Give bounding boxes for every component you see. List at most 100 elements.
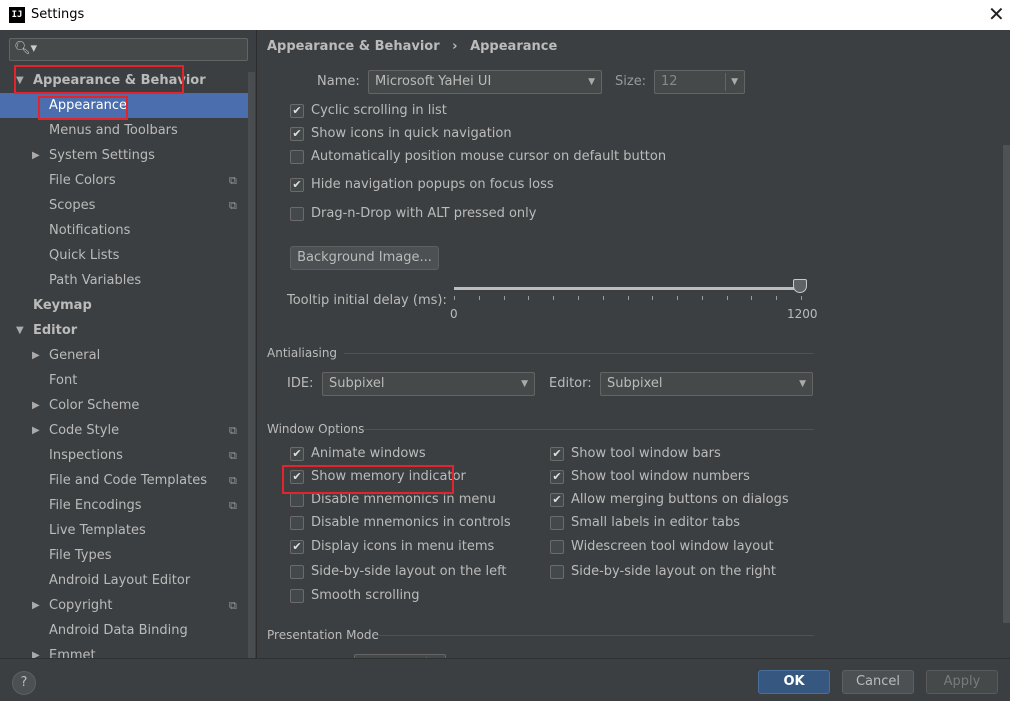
- checkbox-disable-mnemonics-in-menu[interactable]: Disable mnemonics in menu: [290, 491, 590, 509]
- chevron-right-icon[interactable]: ▶: [32, 143, 40, 168]
- checkbox-smooth-scrolling[interactable]: Smooth scrolling: [290, 587, 590, 605]
- checkbox-unchecked-icon[interactable]: [290, 516, 304, 530]
- sidebar-scrollbar[interactable]: [248, 72, 255, 658]
- slider-tick: [702, 296, 703, 300]
- checkbox-unchecked-icon[interactable]: [290, 207, 304, 221]
- ok-button[interactable]: OK: [758, 670, 830, 694]
- checkbox-allow-merging-buttons-on-dialogs[interactable]: ✔ Allow merging buttons on dialogs: [550, 491, 850, 509]
- checkbox-show-tool-window-bars[interactable]: ✔ Show tool window bars: [550, 445, 850, 463]
- checkbox-checked-icon[interactable]: ✔: [290, 104, 304, 118]
- sidebar-item-appearance[interactable]: Appearance: [0, 93, 248, 118]
- sidebar-item-menus-and-toolbars[interactable]: Menus and Toolbars: [0, 118, 248, 143]
- checkbox-display-icons-in-menu-items[interactable]: ✔ Display icons in menu items: [290, 538, 590, 556]
- checkbox-label: Show tool window bars: [571, 446, 721, 461]
- checkbox-show-tool-window-numbers[interactable]: ✔ Show tool window numbers: [550, 468, 850, 486]
- checkbox-small-labels-in-editor-tabs[interactable]: Small labels in editor tabs: [550, 514, 850, 532]
- checkbox-checked-icon[interactable]: ✔: [550, 470, 564, 484]
- search-input[interactable]: 🔍︎▾: [9, 38, 248, 61]
- breadcrumb: Appearance & Behavior › Appearance: [267, 39, 557, 54]
- sidebar-item-copyright[interactable]: ▶ Copyright ⧉: [0, 593, 248, 618]
- sidebar-item-label: Color Scheme: [49, 398, 140, 413]
- sidebar-item-path-variables[interactable]: Path Variables: [0, 268, 248, 293]
- chevron-right-icon[interactable]: ▶: [32, 593, 40, 618]
- checkbox-label: Automatically position mouse cursor on d…: [311, 149, 667, 164]
- checkbox-hide-navigation-popups-on-focus-loss[interactable]: ✔ Hide navigation popups on focus loss: [290, 176, 590, 194]
- sidebar-item-inspections[interactable]: Inspections ⧉: [0, 443, 248, 468]
- sidebar-item-emmet[interactable]: ▶ Emmet: [0, 643, 248, 658]
- checkbox-animate-windows[interactable]: ✔ Animate windows: [290, 445, 590, 463]
- checkbox-side-by-side-layout-on-the-right[interactable]: Side-by-side layout on the right: [550, 563, 850, 581]
- slider-tick: [751, 296, 752, 300]
- sidebar-item-appearance-behavior[interactable]: ▼ Appearance & Behavior: [0, 68, 248, 93]
- chevron-right-icon[interactable]: ▶: [32, 343, 40, 368]
- sidebar-item-label: Keymap: [33, 298, 92, 313]
- help-button[interactable]: ?: [12, 671, 36, 695]
- sidebar-item-quick-lists[interactable]: Quick Lists: [0, 243, 248, 268]
- chevron-right-icon[interactable]: ▶: [32, 393, 40, 418]
- background-image-button[interactable]: Background Image...: [290, 246, 439, 270]
- checkbox-unchecked-icon[interactable]: [550, 540, 564, 554]
- checkbox-automatically-position-mouse-cursor-on-default-button[interactable]: Automatically position mouse cursor on d…: [290, 148, 666, 166]
- checkbox-checked-icon[interactable]: ✔: [550, 447, 564, 461]
- checkbox-label: Hide navigation popups on focus loss: [311, 177, 554, 192]
- breadcrumb-separator: ›: [452, 39, 458, 54]
- sidebar-item-live-templates[interactable]: Live Templates: [0, 518, 248, 543]
- sidebar-item-keymap[interactable]: Keymap: [0, 293, 248, 318]
- font-size-dropdown[interactable]: 12 ▼: [654, 70, 745, 94]
- sidebar-item-file-colors[interactable]: File Colors ⧉: [0, 168, 248, 193]
- checkbox-show-memory-indicator[interactable]: ✔ Show memory indicator: [290, 468, 590, 486]
- font-name-dropdown[interactable]: Microsoft YaHei UI ▼: [368, 70, 602, 94]
- sidebar-item-font[interactable]: Font: [0, 368, 248, 393]
- checkbox-checked-icon[interactable]: ✔: [290, 178, 304, 192]
- sidebar-item-editor[interactable]: ▼ Editor: [0, 318, 248, 343]
- breadcrumb-parent[interactable]: Appearance & Behavior: [267, 39, 440, 54]
- sidebar-item-code-style[interactable]: ▶ Code Style ⧉: [0, 418, 248, 443]
- checkbox-cyclic-scrolling-in-list[interactable]: ✔ Cyclic scrolling in list: [290, 102, 590, 120]
- sidebar-item-android-data-binding[interactable]: Android Data Binding: [0, 618, 248, 643]
- sidebar-item-label: Appearance: [49, 98, 128, 113]
- apply-button[interactable]: Apply: [926, 670, 998, 694]
- checkbox-widescreen-tool-window-layout[interactable]: Widescreen tool window layout: [550, 538, 850, 556]
- sidebar-item-scopes[interactable]: Scopes ⧉: [0, 193, 248, 218]
- close-icon[interactable]: ✕: [988, 3, 1005, 25]
- sidebar-item-color-scheme[interactable]: ▶ Color Scheme: [0, 393, 248, 418]
- cancel-button[interactable]: Cancel: [842, 670, 914, 694]
- checkbox-checked-icon[interactable]: ✔: [550, 493, 564, 507]
- editor-antialiasing-dropdown[interactable]: Subpixel ▼: [600, 372, 813, 396]
- checkbox-unchecked-icon[interactable]: [290, 589, 304, 603]
- sidebar-item-label: Scopes: [49, 198, 96, 213]
- checkbox-label: Disable mnemonics in menu: [311, 492, 496, 507]
- slider-tick: [776, 296, 777, 300]
- chevron-right-icon[interactable]: ▶: [32, 643, 40, 658]
- sidebar-item-file-types[interactable]: File Types: [0, 543, 248, 568]
- sidebar-item-file-encodings[interactable]: File Encodings ⧉: [0, 493, 248, 518]
- checkbox-checked-icon[interactable]: ✔: [290, 447, 304, 461]
- checkbox-checked-icon[interactable]: ✔: [290, 540, 304, 554]
- checkbox-checked-icon[interactable]: ✔: [290, 470, 304, 484]
- tooltip-delay-slider[interactable]: [454, 287, 802, 290]
- slider-thumb[interactable]: [793, 279, 807, 293]
- sidebar-item-system-settings[interactable]: ▶ System Settings: [0, 143, 248, 168]
- chevron-right-icon[interactable]: ▶: [32, 418, 40, 443]
- content-scrollbar[interactable]: [1003, 145, 1010, 623]
- slider-tick: [504, 296, 505, 300]
- checkbox-unchecked-icon[interactable]: [550, 516, 564, 530]
- checkbox-unchecked-icon[interactable]: [290, 565, 304, 579]
- checkbox-unchecked-icon[interactable]: [290, 150, 304, 164]
- checkbox-checked-icon[interactable]: ✔: [290, 127, 304, 141]
- checkbox-label: Smooth scrolling: [311, 588, 420, 603]
- sidebar-item-general[interactable]: ▶ General: [0, 343, 248, 368]
- checkbox-label: Animate windows: [311, 446, 426, 461]
- checkbox-drag-n-drop-with-alt-pressed-only[interactable]: Drag-n-Drop with ALT pressed only: [290, 205, 590, 223]
- checkbox-disable-mnemonics-in-controls[interactable]: Disable mnemonics in controls: [290, 514, 590, 532]
- checkbox-show-icons-in-quick-navigation[interactable]: ✔ Show icons in quick navigation: [290, 125, 590, 143]
- ide-antialiasing-dropdown[interactable]: Subpixel ▼: [322, 372, 535, 396]
- chevron-down-icon[interactable]: ▼: [16, 68, 24, 93]
- checkbox-unchecked-icon[interactable]: [550, 565, 564, 579]
- chevron-down-icon[interactable]: ▼: [16, 318, 24, 343]
- checkbox-unchecked-icon[interactable]: [290, 493, 304, 507]
- sidebar-item-android-layout-editor[interactable]: Android Layout Editor: [0, 568, 248, 593]
- sidebar-item-file-and-code-templates[interactable]: File and Code Templates ⧉: [0, 468, 248, 493]
- sidebar-item-notifications[interactable]: Notifications: [0, 218, 248, 243]
- checkbox-side-by-side-layout-on-the-left[interactable]: Side-by-side layout on the left: [290, 563, 590, 581]
